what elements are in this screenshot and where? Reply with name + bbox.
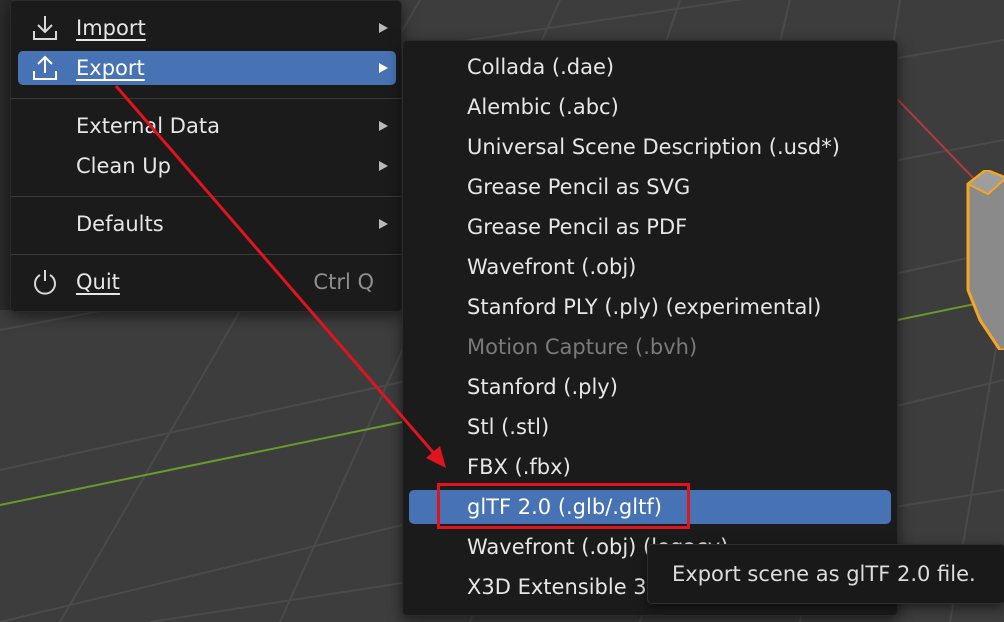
tooltip: Export scene as glTF 2.0 file. <box>647 544 1004 604</box>
tooltip-text: Export scene as glTF 2.0 file. <box>672 562 976 586</box>
annotation-arrow <box>114 85 446 468</box>
